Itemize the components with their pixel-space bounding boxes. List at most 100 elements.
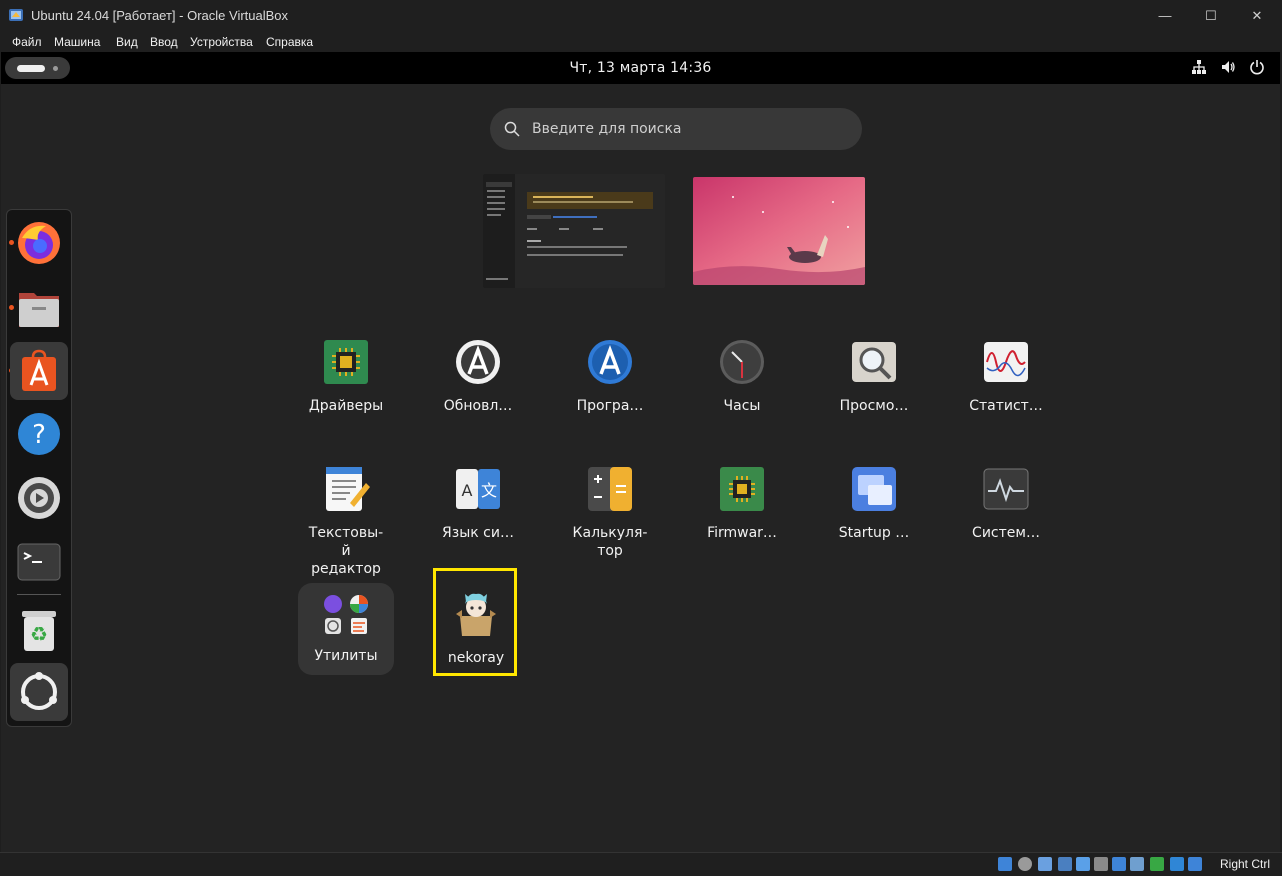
folder-label: Утилиты <box>314 648 378 664</box>
app-label: Статист… <box>969 398 1043 414</box>
chip-icon <box>324 340 368 384</box>
app-startup[interactable]: Startup … <box>819 465 929 542</box>
app-drivers[interactable]: Драйверы <box>291 338 401 415</box>
menu-input[interactable]: Ввод <box>150 35 178 49</box>
app-label: Текстовы- й редактор <box>308 525 384 577</box>
app-label: Систем… <box>972 525 1040 541</box>
nekoray-icon <box>456 593 496 636</box>
app-image-viewer[interactable]: Просмо… <box>819 338 929 415</box>
magnifier-icon <box>852 342 896 382</box>
clock[interactable]: Чт, 13 марта 14:36 <box>1 60 1280 76</box>
system-monitor-icon <box>983 468 1029 510</box>
network-icon[interactable] <box>1191 59 1207 75</box>
folder-preview-icons <box>324 595 368 634</box>
app-label: Драйверы <box>308 398 384 414</box>
show-apps-icon <box>21 672 57 710</box>
hdd-icon[interactable] <box>998 857 1012 871</box>
audio-icon[interactable] <box>1038 857 1052 871</box>
app-calculator[interactable]: Калькуля- тор <box>555 465 665 560</box>
dock-item-terminal[interactable] <box>10 533 68 591</box>
menu-machine[interactable]: Машина <box>54 35 100 49</box>
clock-icon <box>720 340 764 384</box>
dock-item-files[interactable] <box>10 279 68 337</box>
svg-text:A: A <box>462 481 473 500</box>
window-titlebar: Ubuntu 24.04 [Работает] - Oracle Virtual… <box>0 0 1282 31</box>
guest-screen: Чт, 13 марта 14:36 Введите для поиска ? … <box>1 52 1280 852</box>
app-label: Калькуля- тор <box>572 525 648 559</box>
sysprof-icon <box>984 342 1028 382</box>
app-system-monitor[interactable]: Систем… <box>951 465 1061 542</box>
app-label: nekoray <box>447 650 505 666</box>
dock-item-show-apps[interactable] <box>10 663 68 721</box>
app-updater[interactable]: Обновл… <box>423 338 533 415</box>
svg-text:?: ? <box>32 420 46 450</box>
wallpaper-preview <box>693 177 865 285</box>
workspace-thumbnail-1[interactable] <box>483 174 665 288</box>
calculator-icon <box>588 467 632 511</box>
app-nekoray[interactable]: nekoray <box>421 590 531 667</box>
app-firmware[interactable]: Firmwar… <box>687 465 797 542</box>
shared-folder-icon[interactable] <box>1094 857 1108 871</box>
gnome-topbar: Чт, 13 марта 14:36 <box>1 52 1280 84</box>
folder-utilities[interactable]: Утилиты <box>298 583 394 675</box>
app-label: Часы <box>723 398 761 414</box>
terminal-icon <box>17 543 61 581</box>
app-software[interactable]: Програ… <box>555 338 665 415</box>
mouse-integration-icon[interactable] <box>1170 857 1184 871</box>
dock-item-help[interactable]: ? <box>10 405 68 463</box>
search-icon <box>504 121 520 137</box>
menu-file[interactable]: Файл <box>12 35 42 49</box>
app-label: Startup … <box>838 525 910 541</box>
app-clocks[interactable]: Часы <box>687 338 797 415</box>
power-icon[interactable] <box>1249 59 1265 75</box>
vbox-statusbar: Right Ctrl <box>0 852 1282 876</box>
files-icon <box>19 293 59 327</box>
workspace-thumbnail-2[interactable] <box>693 177 865 285</box>
recording-icon[interactable] <box>1130 857 1144 871</box>
dock-item-settings[interactable] <box>10 469 68 527</box>
window-preview <box>483 174 665 288</box>
svg-text:♻: ♻ <box>30 622 48 646</box>
cpu-icon[interactable] <box>1150 857 1164 871</box>
dock-item-trash[interactable]: ♻ <box>10 601 68 659</box>
close-button[interactable]: ✕ <box>1234 0 1280 31</box>
optical-drive-icon[interactable] <box>1018 857 1032 871</box>
app-center-icon <box>22 349 56 391</box>
network-adapter-icon[interactable] <box>1058 857 1072 871</box>
svg-text:文: 文 <box>481 481 497 500</box>
app-language[interactable]: A 文 Язык си… <box>423 465 533 542</box>
app-sysprof[interactable]: Статист… <box>951 338 1061 415</box>
app-label: Обновл… <box>443 398 513 414</box>
trash-icon: ♻ <box>22 611 56 651</box>
app-label: Просмо… <box>839 398 909 414</box>
menubar: Файл Машина Вид Ввод Устройства Справка <box>0 31 1282 52</box>
startup-icon <box>852 467 896 511</box>
text-editor-icon <box>326 467 370 511</box>
software-icon <box>588 340 632 384</box>
app-label: Язык си… <box>442 525 514 541</box>
dock-item-app-center[interactable] <box>10 342 68 400</box>
dock-item-firefox[interactable] <box>10 214 68 272</box>
maximize-button[interactable]: ☐ <box>1188 0 1234 31</box>
firefox-icon <box>18 222 60 264</box>
minimize-button[interactable]: — <box>1142 0 1188 31</box>
dock-separator <box>17 594 61 595</box>
display-icon[interactable] <box>1112 857 1126 871</box>
keyboard-capture-icon[interactable] <box>1188 857 1202 871</box>
app-label: Програ… <box>576 398 644 414</box>
settings-icon <box>18 477 60 519</box>
usb-icon[interactable] <box>1076 857 1090 871</box>
window-title: Ubuntu 24.04 [Работает] - Oracle Virtual… <box>31 8 289 23</box>
virtualbox-icon <box>9 9 23 21</box>
help-icon: ? <box>18 413 60 455</box>
menu-devices[interactable]: Устройства <box>190 35 253 49</box>
search-input[interactable]: Введите для поиска <box>490 108 862 150</box>
host-key-label: Right Ctrl <box>1219 857 1270 871</box>
search-placeholder: Введите для поиска <box>532 121 682 137</box>
dock: ? ♻ <box>6 209 72 727</box>
volume-icon[interactable] <box>1220 59 1236 75</box>
menu-help[interactable]: Справка <box>266 35 313 49</box>
app-text-editor[interactable]: Текстовы- й редактор <box>291 465 401 578</box>
updater-icon <box>456 340 500 384</box>
menu-view[interactable]: Вид <box>116 35 138 49</box>
